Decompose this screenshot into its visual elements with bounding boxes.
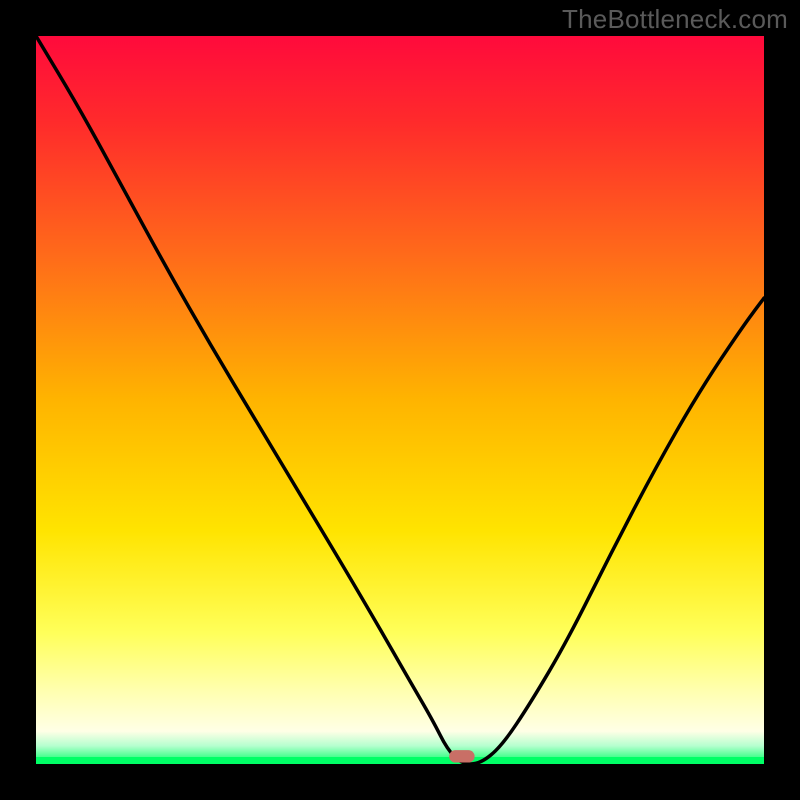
chart-frame: { "watermark": "TheBottleneck.com", "col… <box>0 0 800 800</box>
watermark-text: TheBottleneck.com <box>562 4 788 35</box>
green-baseline <box>36 757 764 764</box>
bottleneck-chart <box>0 0 800 800</box>
optimal-marker <box>449 750 474 762</box>
plot-background <box>36 36 764 764</box>
